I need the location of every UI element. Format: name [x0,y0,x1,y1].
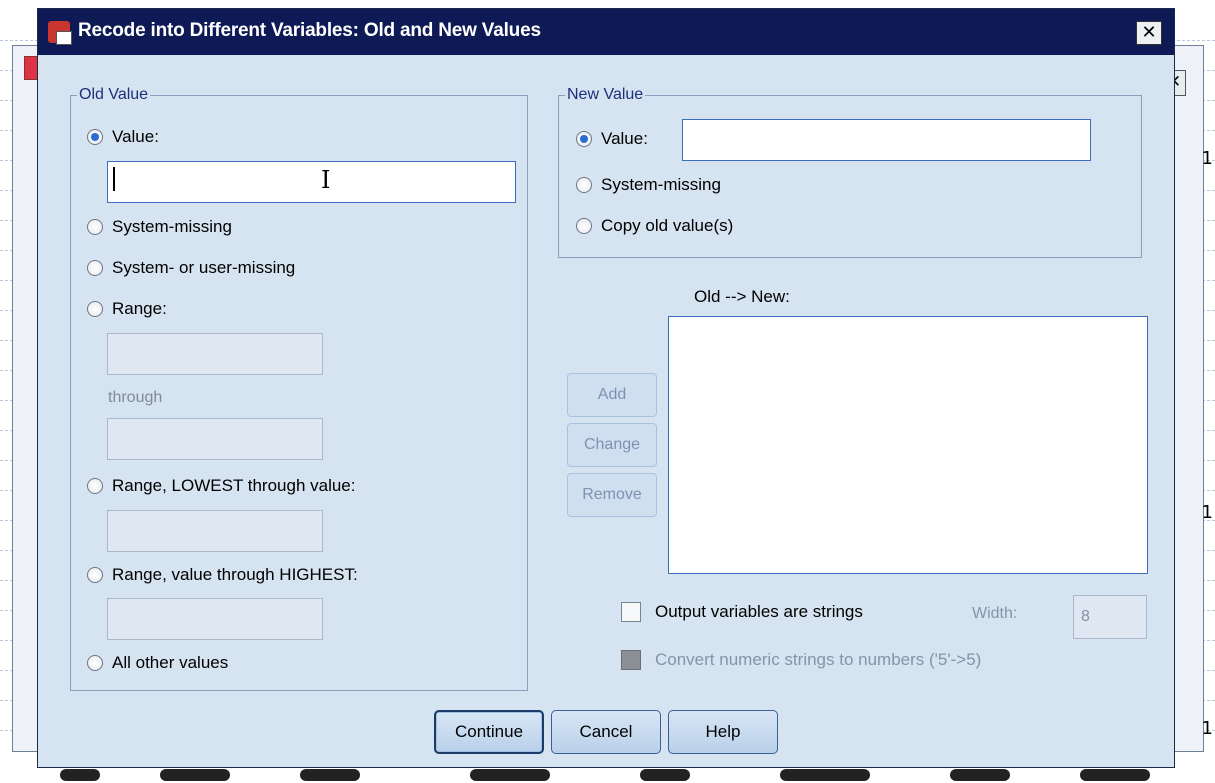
width-input[interactable]: 8 [1073,595,1147,639]
range-lowest-input[interactable] [107,510,323,552]
ibeam-cursor-icon: I [321,166,331,194]
recode-dialog: Recode into Different Variables: Old and… [37,8,1175,768]
cancel-button-label: Cancel [579,722,633,741]
old-range-label: Range: [112,299,167,318]
add-button[interactable]: Add [567,373,657,417]
radio-icon [87,567,103,583]
new-value-input[interactable] [682,119,1091,161]
change-button[interactable]: Change [567,423,657,467]
add-button-label: Add [597,386,627,403]
old-range-radio[interactable]: Range: [87,299,167,319]
radio-icon [87,301,103,317]
output-strings-label: Output variables are strings [655,602,863,621]
new-value-legend: New Value [567,86,644,103]
radio-icon [87,478,103,494]
old-range-highest-label: Range, value through HIGHEST: [112,565,358,584]
radio-icon [87,219,103,235]
old-sys-user-missing-radio[interactable]: System- or user-missing [87,258,295,278]
new-system-missing-label: System-missing [601,175,721,194]
old-system-missing-radio[interactable]: System-missing [87,217,232,237]
close-icon[interactable]: ✕ [1136,21,1162,45]
spss-app-icon [48,21,72,45]
width-label: Width: [972,605,1018,622]
copy-old-radio[interactable]: Copy old value(s) [576,216,733,236]
radio-icon [87,655,103,671]
convert-numeric-label: Convert numeric strings to numbers ('5'-… [655,650,982,669]
continue-button[interactable]: Continue [434,710,544,754]
output-strings-checkbox[interactable]: Output variables are strings [621,602,863,622]
old-all-other-radio[interactable]: All other values [87,653,228,673]
range-highest-input[interactable] [107,598,323,640]
new-system-missing-radio[interactable]: System-missing [576,175,721,195]
text-caret [113,167,115,191]
radio-selected-icon [576,131,592,147]
old-value-radio[interactable]: Value: [87,127,159,147]
change-button-label: Change [583,436,641,453]
remove-button[interactable]: Remove [567,473,657,517]
dialog-body: Old Value Value: I System-missing System… [38,55,1174,767]
old-range-lowest-radio[interactable]: Range, LOWEST through value: [87,476,356,496]
old-value-legend: Old Value [79,86,149,103]
radio-icon [87,260,103,276]
old-system-missing-label: System-missing [112,217,232,236]
radio-icon [576,218,592,234]
background-row-number: 1 [1201,718,1213,739]
background-row-number: 1 [1201,148,1213,169]
help-button[interactable]: Help [668,710,778,754]
old-value-input[interactable]: I [107,161,516,203]
old-all-other-label: All other values [112,653,229,672]
through-label: through [108,389,163,406]
radio-selected-icon [87,129,103,145]
help-button-label: Help [705,722,741,741]
old-value-radio-label: Value: [112,127,159,146]
remove-button-label: Remove [582,486,642,503]
radio-icon [576,177,592,193]
convert-numeric-checkbox[interactable]: Convert numeric strings to numbers ('5'-… [621,650,981,670]
title-bar[interactable]: Recode into Different Variables: Old and… [38,9,1174,55]
old-new-list-label: Old --> New: [694,287,790,306]
continue-button-label: Continue [454,722,524,741]
background-row-number: 1 [1201,502,1213,523]
old-new-list[interactable] [668,316,1148,574]
new-value-radio[interactable]: Value: [576,129,648,149]
old-range-highest-radio[interactable]: Range, value through HIGHEST: [87,565,358,585]
checkbox-disabled-icon [621,650,641,670]
old-range-lowest-label: Range, LOWEST through value: [112,476,356,495]
dialog-title: Recode into Different Variables: Old and… [78,20,541,41]
checkbox-icon [621,602,641,622]
range-to-input[interactable] [107,418,323,460]
copy-old-label: Copy old value(s) [601,216,734,235]
new-value-radio-label: Value: [601,129,648,148]
old-sys-user-missing-label: System- or user-missing [112,258,296,277]
range-from-input[interactable] [107,333,323,375]
cancel-button[interactable]: Cancel [551,710,661,754]
